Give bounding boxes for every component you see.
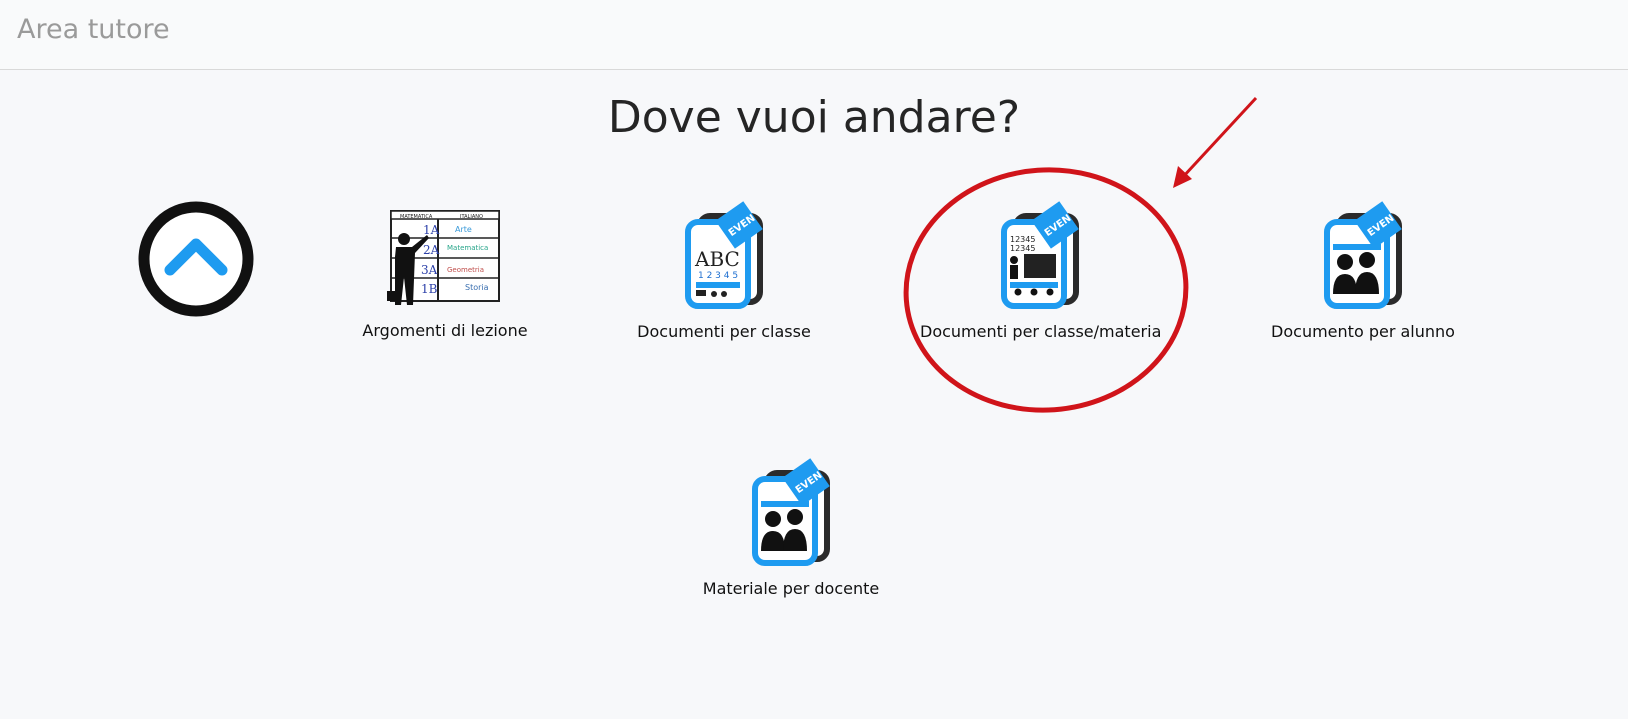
tile-documenti-per-classe[interactable]: EVEN ABC 1 2 3 4 5 Documenti per classe bbox=[604, 198, 844, 341]
subject-arte: Arte bbox=[455, 225, 472, 234]
student-document-icon: EVEN bbox=[1324, 201, 1402, 309]
class-3a: 3A bbox=[421, 263, 438, 277]
tile-documento-per-alunno[interactable]: EVEN Documento per alunno bbox=[1243, 198, 1483, 341]
tile-label: Documenti per classe bbox=[637, 322, 811, 341]
app-title: Area tutore bbox=[17, 14, 170, 45]
class-2a: 2A bbox=[423, 243, 440, 257]
class-documents-icon: EVEN ABC 1 2 3 4 5 bbox=[685, 201, 763, 309]
tile-materiale-per-docente[interactable]: EVEN Materiale per docente bbox=[671, 455, 911, 598]
tile-documenti-per-classe-materia[interactable]: EVEN 12345 12345 Documenti per classe/ma… bbox=[920, 198, 1162, 341]
subject-matematica: Matematica bbox=[447, 244, 488, 252]
tile-label: Materiale per docente bbox=[702, 579, 880, 598]
tile-argomenti-di-lezione[interactable]: MATEMATICA ITALIANO 1A 2A 3A 1B Arte Mat… bbox=[325, 205, 565, 340]
lesson-topics-board-icon: MATEMATICA ITALIANO 1A 2A 3A 1B Arte Mat… bbox=[387, 210, 500, 305]
board-header-2: ITALIANO bbox=[460, 214, 483, 220]
arrow-head-icon bbox=[1173, 166, 1192, 188]
teacher-material-icon: EVEN bbox=[752, 458, 830, 566]
board-numbers-2: 12345 bbox=[1010, 244, 1035, 253]
class-subject-documents-icon: EVEN 12345 12345 bbox=[1001, 201, 1079, 309]
tile-label: Documenti per classe/materia bbox=[920, 322, 1162, 341]
subject-geometria: Geometria bbox=[447, 266, 484, 274]
board-letters: ABC bbox=[694, 247, 740, 271]
back-button[interactable] bbox=[137, 200, 255, 318]
board-numbers: 12345 bbox=[1010, 235, 1035, 244]
tile-label: Argomenti di lezione bbox=[362, 321, 528, 340]
tile-label: Documento per alunno bbox=[1271, 322, 1455, 341]
subject-storia: Storia bbox=[465, 283, 489, 292]
chevron-up-icon bbox=[138, 201, 254, 317]
top-navbar: Area tutore bbox=[0, 0, 1628, 70]
class-1a: 1A bbox=[423, 223, 440, 237]
page-title: Dove vuoi andare? bbox=[607, 92, 1021, 143]
class-1b: 1B bbox=[421, 282, 438, 296]
board-header-1: MATEMATICA bbox=[400, 214, 433, 220]
board-numbers: 1 2 3 4 5 bbox=[698, 271, 738, 281]
